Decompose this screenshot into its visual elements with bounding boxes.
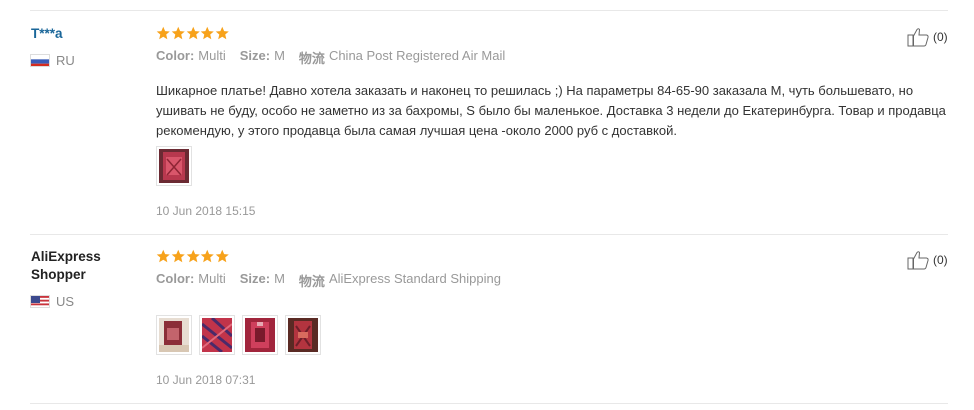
shipping-label: 物流 [298, 51, 325, 66]
star-icon [156, 249, 170, 263]
star-icon [215, 249, 229, 263]
photo-thumbnail[interactable] [156, 146, 192, 186]
photo-thumbnail[interactable] [285, 315, 321, 355]
review-text: Шикарное платье! Давно хотела заказать и… [156, 83, 946, 138]
photo-thumbnail[interactable] [156, 315, 192, 355]
reviewer-country: RU [30, 53, 75, 68]
star-icon [171, 249, 185, 263]
country-code: US [56, 294, 75, 309]
thumbs-up-icon [907, 251, 929, 270]
order-info: Color: Multi Size: M 物流 China Post Register… [156, 48, 519, 67]
separator-top [30, 10, 948, 11]
rating-stars [156, 26, 230, 41]
helpful-button[interactable]: (0) [907, 27, 948, 47]
shipping-label: 物流 [298, 274, 325, 289]
usa-flag-icon [30, 295, 50, 308]
helpful-count: (0) [933, 253, 948, 267]
country-code: RU [56, 53, 75, 68]
order-info: Color: Multi Size: M 物流 AliExpress Standard… [156, 271, 515, 290]
photo-thumbnail[interactable] [199, 315, 235, 355]
color-label: Color: [156, 271, 195, 286]
reviewer-name[interactable]: T***a [31, 25, 63, 43]
russia-flag-icon [30, 54, 50, 67]
photo-thumbnail[interactable] [242, 315, 278, 355]
star-icon [156, 26, 170, 40]
helpful-button[interactable]: (0) [907, 250, 948, 270]
color-label: Color: [156, 48, 195, 63]
separator-middle [30, 234, 948, 235]
rating-stars [156, 249, 230, 264]
size-value: M [274, 48, 285, 63]
reviewer-country: US [30, 294, 74, 309]
size-label: Size: [239, 271, 271, 286]
color-value: Multi [198, 48, 226, 63]
thumbs-up-icon [907, 28, 929, 47]
star-icon [186, 26, 200, 40]
size-label: Size: [239, 48, 271, 63]
star-icon [201, 26, 215, 40]
separator-bottom [30, 403, 948, 404]
star-icon [215, 26, 229, 40]
size-value: M [274, 271, 285, 286]
review-date: 10 Jun 2018 15:15 [156, 204, 256, 218]
star-icon [201, 249, 215, 263]
reviewer-name: AliExpress Shopper [31, 249, 101, 282]
shipping-value: China Post Registered Air Mail [328, 48, 506, 63]
star-icon [186, 249, 200, 263]
review-photos [156, 315, 328, 355]
color-value: Multi [198, 271, 226, 286]
review-date: 10 Jun 2018 07:31 [156, 373, 256, 387]
shipping-value: AliExpress Standard Shipping [328, 271, 501, 286]
review-photos [156, 146, 199, 186]
star-icon [171, 26, 185, 40]
helpful-count: (0) [933, 30, 948, 44]
